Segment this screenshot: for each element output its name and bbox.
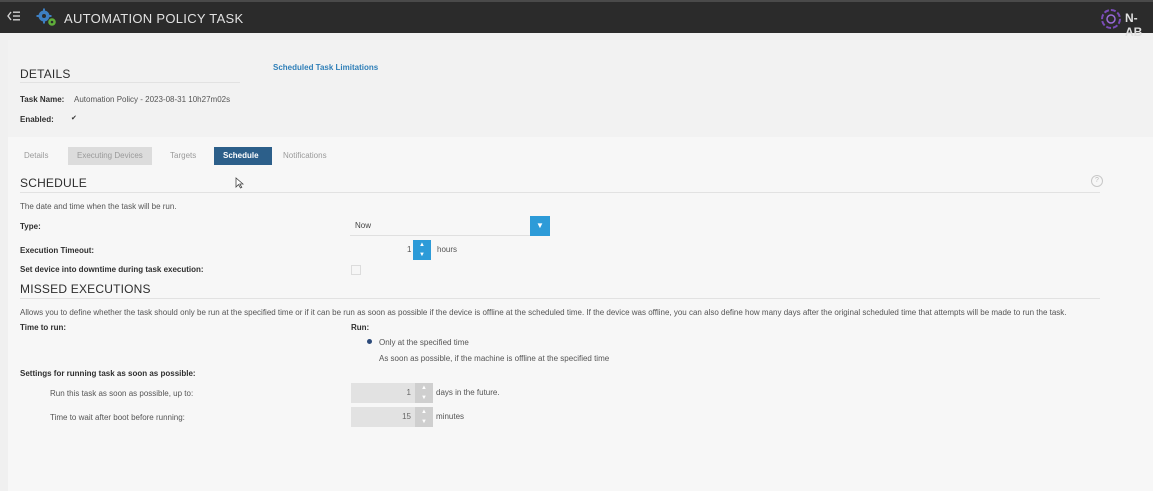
schedule-heading: SCHEDULE: [20, 176, 87, 190]
brand-logo-icon: [1100, 8, 1122, 32]
type-select-value: Now: [355, 221, 372, 230]
tab-details[interactable]: Details: [15, 147, 57, 165]
stepper-arrows[interactable]: ▲ ▼: [413, 240, 431, 260]
wait-after-boot-unit: minutes: [436, 412, 465, 421]
run-upto-stepper[interactable]: 1 ▲ ▼: [351, 383, 433, 403]
schedule-description: The date and time when the task will be …: [20, 202, 177, 211]
decrement-icon[interactable]: ▼: [415, 417, 433, 427]
execution-timeout-stepper[interactable]: ▲ ▼: [413, 240, 431, 260]
help-icon[interactable]: ?: [1091, 175, 1103, 187]
execution-timeout-unit: hours: [437, 245, 458, 254]
menu-icon-graphic: [7, 11, 20, 21]
radio-only-specified[interactable]: [367, 339, 372, 344]
run-upto-value: 1: [406, 388, 411, 397]
increment-icon[interactable]: ▲: [413, 240, 431, 250]
downtime-checkbox[interactable]: [351, 265, 361, 275]
tab-executing-devices[interactable]: Executing Devices: [68, 147, 152, 165]
missed-executions-heading: MISSED EXECUTIONS: [20, 282, 151, 296]
divider: [20, 192, 1100, 193]
missed-executions-description: Allows you to define whether the task sh…: [20, 308, 1067, 317]
gears-icon: [36, 8, 58, 30]
tab-notifications[interactable]: Notifications: [274, 147, 336, 165]
increment-icon[interactable]: ▲: [415, 383, 433, 393]
asap-settings-label: Settings for running task as soon as pos…: [20, 369, 196, 378]
run-upto-unit: days in the future.: [436, 388, 500, 397]
details-panel: [8, 40, 1153, 137]
radio-only-specified-label[interactable]: Only at the specified time: [379, 338, 469, 347]
wait-after-boot-stepper[interactable]: 15 ▲ ▼: [351, 407, 433, 427]
app-header: AUTOMATION POLICY TASK N-AB: [0, 0, 1153, 39]
decrement-icon[interactable]: ▼: [415, 393, 433, 403]
tab-targets[interactable]: Targets: [161, 147, 205, 165]
brand-label: N-AB: [1125, 11, 1143, 39]
run-label: Run:: [351, 323, 370, 332]
execution-timeout-value[interactable]: 1: [407, 245, 411, 254]
stepper-arrows[interactable]: ▲ ▼: [415, 383, 433, 403]
enabled-label: Enabled:: [20, 115, 54, 124]
collapse-menu-icon[interactable]: [7, 10, 21, 25]
decrement-icon[interactable]: ▼: [413, 250, 431, 260]
divider: [20, 82, 240, 83]
page-title: AUTOMATION POLICY TASK: [64, 11, 244, 26]
wait-after-boot-value: 15: [402, 412, 411, 421]
execution-timeout-label: Execution Timeout:: [20, 246, 95, 255]
task-name-label: Task Name:: [20, 95, 65, 104]
type-label: Type:: [20, 222, 41, 231]
task-name-value: Automation Policy - 2023-08-31 10h27m02s: [74, 95, 231, 104]
run-upto-label: Run this task as soon as possible, up to…: [50, 389, 194, 398]
mouse-cursor-icon: [235, 177, 245, 191]
downtime-label: Set device into downtime during task exe…: [20, 265, 204, 274]
tab-schedule[interactable]: Schedule: [214, 147, 272, 165]
chevron-down-icon[interactable]: ▼: [530, 216, 550, 236]
scheduled-task-limitations-link[interactable]: Scheduled Task Limitations: [273, 63, 378, 72]
time-to-run-label: Time to run:: [20, 323, 67, 332]
wait-after-boot-label: Time to wait after boot before running:: [50, 413, 185, 422]
increment-icon[interactable]: ▲: [415, 407, 433, 417]
type-select[interactable]: Now ▼: [350, 216, 550, 236]
divider: [20, 298, 1100, 299]
stepper-arrows[interactable]: ▲ ▼: [415, 407, 433, 427]
radio-asap-label[interactable]: As soon as possible, if the machine is o…: [379, 354, 609, 363]
enabled-checkmark-icon[interactable]: ✔: [71, 114, 77, 122]
details-heading: DETAILS: [20, 67, 71, 81]
